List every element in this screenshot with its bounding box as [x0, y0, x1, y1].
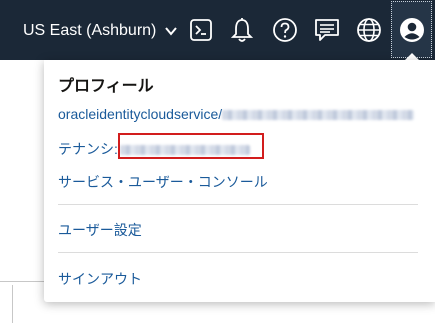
- page-background: [0, 60, 44, 323]
- bell-icon[interactable]: [229, 16, 255, 44]
- chat-icon[interactable]: [314, 16, 340, 44]
- cloud-shell-icon[interactable]: [188, 16, 214, 44]
- divider: [0, 281, 44, 282]
- divider: [12, 285, 13, 323]
- tenancy-label: テナンシ:: [58, 141, 118, 157]
- menu-divider: [58, 252, 418, 253]
- region-label: US East (Ashburn): [23, 22, 157, 39]
- user-settings-link[interactable]: ユーザー設定: [58, 220, 142, 240]
- tenancy-highlight-box: [118, 133, 264, 159]
- profile-menu: プロフィール oracleidentitycloudservice/ テナンシ:…: [44, 60, 435, 302]
- menu-divider: [58, 204, 418, 205]
- help-icon[interactable]: [272, 16, 298, 44]
- profile-button[interactable]: [391, 1, 432, 58]
- identity-prefix: oracleidentitycloudservice/: [58, 106, 223, 122]
- top-navigation-bar: US East (Ashburn): [0, 0, 435, 60]
- region-selector[interactable]: US East (Ashburn): [23, 20, 178, 42]
- redacted-username: [222, 110, 415, 121]
- profile-menu-title: プロフィール: [58, 78, 154, 95]
- globe-icon[interactable]: [356, 16, 382, 44]
- user-icon: [399, 17, 424, 42]
- sign-out-link[interactable]: サインアウト: [58, 269, 142, 289]
- service-user-console-link[interactable]: サービス・ユーザー・コンソール: [58, 172, 268, 192]
- identity-username-link[interactable]: oracleidentitycloudservice/: [58, 106, 415, 122]
- chevron-down-icon: [165, 27, 178, 36]
